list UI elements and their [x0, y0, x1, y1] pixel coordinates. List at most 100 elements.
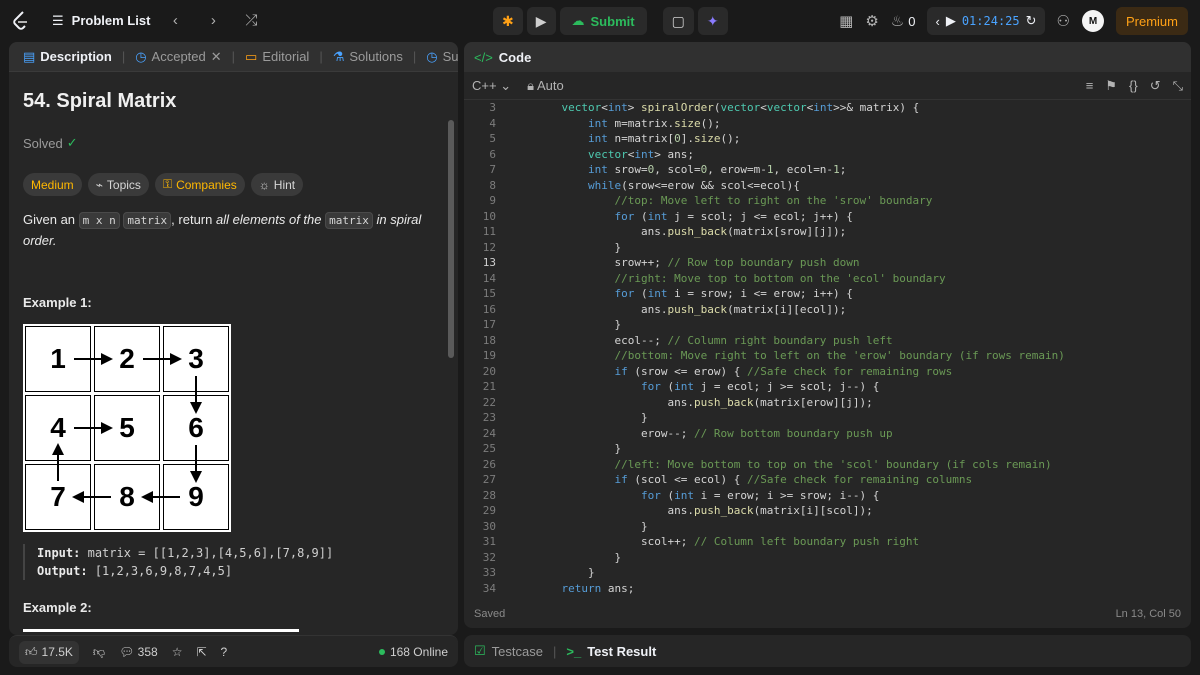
comment-button[interactable]: 💬︎ 358	[119, 645, 158, 659]
auto-mode[interactable]: 🔒︎ Auto	[527, 78, 564, 94]
code-line[interactable]: 11 ans.push_back(matrix[srow][j]);	[464, 224, 1191, 240]
timer-reset-icon[interactable]: ↻	[1026, 13, 1037, 29]
editor-tools: ≡ ⚑ {} ↺ ⤡	[1086, 78, 1183, 94]
code-line[interactable]: 27 if (scol <= ecol) { //Safe check for …	[464, 472, 1191, 488]
line-number: 7	[489, 163, 496, 177]
submit-button[interactable]: ☁ Submit	[559, 7, 647, 35]
code-line[interactable]: 8 while(srow<=erow && scol<=ecol){	[464, 178, 1191, 194]
run-button[interactable]: ▶	[526, 7, 556, 35]
code-line[interactable]: 22 ans.push_back(matrix[erow][j]);	[464, 395, 1191, 411]
code-text: }	[535, 442, 622, 456]
tab-accepted[interactable]: ◷ Accepted ✕	[129, 49, 227, 65]
code-line[interactable]: 9 //top: Move left to right on the 'srow…	[464, 193, 1191, 209]
timer-collapse-icon[interactable]: ‹	[935, 14, 939, 29]
language-label: C++	[472, 77, 497, 93]
code-line[interactable]: 10 for (int j = scol; j <= ecol; j++) {	[464, 209, 1191, 225]
code-line[interactable]: 13 srow++; // Row top boundary push down	[464, 255, 1191, 271]
code-line[interactable]: 29 ans.push_back(matrix[i][scol]);	[464, 503, 1191, 519]
settings-gear-icon[interactable]: ⚙	[865, 12, 878, 30]
like-button[interactable]: 👍︎ 17.5K	[19, 640, 79, 664]
code-line[interactable]: 19 //bottom: Move right to left on the '…	[464, 348, 1191, 364]
code-line[interactable]: 6 vector<int> ans;	[464, 147, 1191, 163]
ai-button[interactable]: ✦	[697, 7, 728, 35]
code-line[interactable]: 7 int srow=0, scol=0, erow=m-1, ecol=n-1…	[464, 162, 1191, 178]
timer[interactable]: ‹ ▶ 01:24:25 ↻	[927, 7, 1045, 35]
difficulty-chip[interactable]: Medium	[23, 173, 82, 196]
description-scrollbar[interactable]	[448, 120, 454, 358]
collapse-icon[interactable]: ⤡	[1173, 78, 1183, 94]
tab-editorial[interactable]: ▭ Editorial	[239, 49, 315, 65]
tab-description[interactable]: ▤ Description	[17, 49, 118, 65]
tag-icon: ⌁	[95, 177, 103, 192]
format-icon[interactable]: ≡	[1086, 78, 1094, 94]
code-header-label: Code	[498, 49, 532, 65]
online-dot-icon	[378, 649, 385, 655]
dislike-icon[interactable]: 👎︎	[93, 645, 105, 660]
tab-submissions[interactable]: ◷ Submission	[420, 49, 458, 65]
add-friend-icon[interactable]: ⚇	[1057, 12, 1070, 30]
star-icon[interactable]: ☆	[172, 645, 183, 659]
code-line[interactable]: 21 for (int j = ecol; j >= scol; j--) {	[464, 379, 1191, 395]
code-line[interactable]: 33 }	[464, 565, 1191, 581]
tab-divider: |	[121, 49, 126, 64]
code-line[interactable]: 12 }	[464, 240, 1191, 256]
problem-list-button[interactable]: ☰ Problem List	[52, 13, 150, 29]
share-icon[interactable]: ⇱	[196, 645, 206, 659]
reset-icon[interactable]: ↺	[1150, 78, 1161, 94]
code-line[interactable]: 3 vector<int> spiralOrder(vector<vector<…	[464, 100, 1191, 116]
code-line[interactable]: 23 }	[464, 410, 1191, 426]
code-line[interactable]: 25 }	[464, 441, 1191, 457]
code-line[interactable]: 17 }	[464, 317, 1191, 333]
code-line[interactable]: 24 erow--; // Row bottom boundary push u…	[464, 426, 1191, 442]
code-line[interactable]: 31 scol++; // Column left boundary push …	[464, 534, 1191, 550]
companies-chip[interactable]: ⚿ Companies	[154, 173, 245, 196]
code-text: int m=matrix.size();	[587, 116, 721, 130]
line-number: 9	[489, 194, 496, 208]
hint-chip[interactable]: ☼ Hint	[250, 173, 304, 196]
code-line[interactable]: 26 //left: Move bottom to top on the 'sc…	[464, 457, 1191, 473]
next-problem-icon[interactable]: ›	[200, 12, 226, 29]
avatar[interactable]: M	[1081, 10, 1104, 32]
inline-code: matrix	[325, 212, 373, 229]
tab-testcase[interactable]: ☑ Testcase	[474, 643, 543, 659]
topics-chip[interactable]: ⌁ Topics	[87, 173, 149, 196]
line-number: 15	[482, 287, 496, 301]
tab-test-result[interactable]: >_ Test Result	[566, 644, 656, 659]
leetcode-logo-icon[interactable]	[10, 10, 32, 32]
tab-editorial-label: Editorial	[262, 49, 310, 64]
code-line[interactable]: 30 }	[464, 519, 1191, 535]
streak-fire-icon[interactable]: ♨	[891, 12, 904, 30]
timer-play-icon[interactable]: ▶	[946, 13, 956, 29]
code-text: //top: Move left to right on the 'srow' …	[614, 194, 933, 208]
code-line[interactable]: 28 for (int i = erow; i >= srow; i--) {	[464, 488, 1191, 504]
code-text: int n=matrix[0].size();	[587, 132, 741, 146]
code-line[interactable]: 32 }	[464, 550, 1191, 566]
code-line[interactable]: 4 int m=matrix.size();	[464, 116, 1191, 132]
timer-value: 01:24:25	[961, 14, 1020, 28]
prev-problem-icon[interactable]: ‹	[162, 12, 188, 29]
code-line[interactable]: 16 ans.push_back(matrix[i][ecol]);	[464, 302, 1191, 318]
language-select[interactable]: C++ ⌄	[472, 78, 511, 94]
shuffle-icon[interactable]: ⤮	[238, 12, 264, 29]
premium-button[interactable]: Premium	[1115, 7, 1188, 35]
help-icon[interactable]: ?	[221, 645, 228, 659]
line-number: 26	[482, 457, 496, 471]
code-editor[interactable]: 3 vector<int> spiralOrder(vector<vector<…	[464, 100, 1191, 595]
debug-button[interactable]: ✱	[493, 7, 523, 35]
bookmark-icon[interactable]: ⚑	[1105, 78, 1117, 94]
code-text: ans.push_back(matrix[srow][j]);	[535, 225, 847, 239]
braces-icon[interactable]: {}	[1129, 78, 1138, 94]
code-line[interactable]: 18 ecol--; // Column right boundary push…	[464, 333, 1191, 349]
code-line[interactable]: 34 return ans;	[464, 581, 1191, 597]
line-number: 4	[489, 116, 496, 130]
code-text: vector<int> ans;	[587, 147, 694, 161]
line-number: 27	[482, 473, 496, 487]
layout-icon[interactable]: ▦	[839, 12, 853, 30]
code-line[interactable]: 14 //right: Move top to bottom on the 'e…	[464, 271, 1191, 287]
notes-button[interactable]: ▢	[662, 7, 694, 35]
code-line[interactable]: 5 int n=matrix[0].size();	[464, 131, 1191, 147]
close-icon[interactable]: ✕	[211, 49, 222, 65]
tab-solutions[interactable]: ⚗ Solutions	[327, 49, 409, 65]
code-line[interactable]: 15 for (int i = srow; i <= erow; i++) {	[464, 286, 1191, 302]
code-line[interactable]: 20 if (srow <= erow) { //Safe check for …	[464, 364, 1191, 380]
